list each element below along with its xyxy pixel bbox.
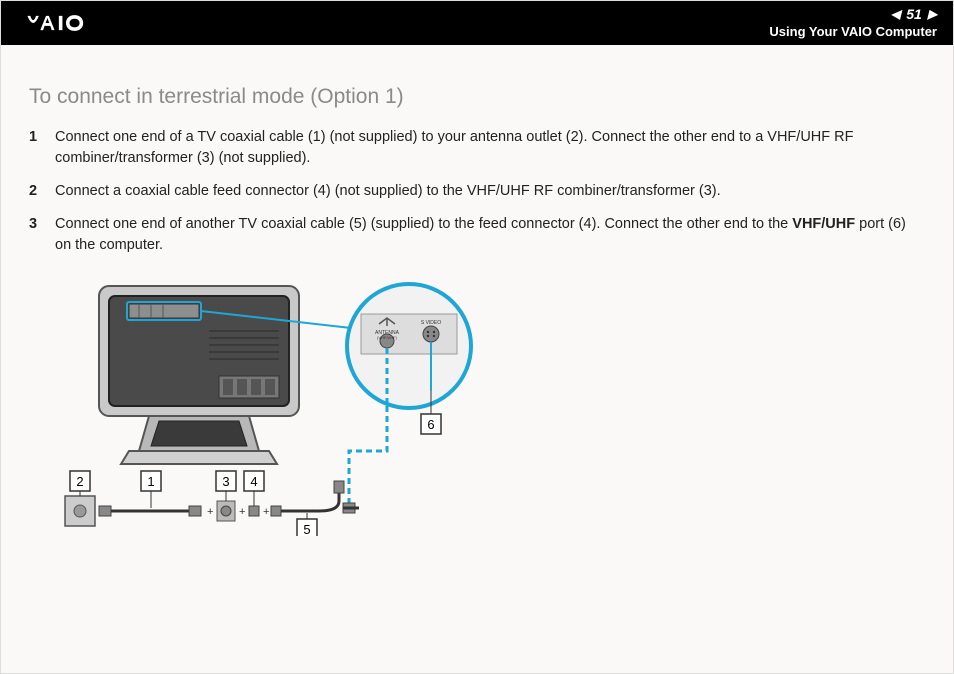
monitor-illustration — [99, 286, 299, 464]
zoom-detail-circle: ANTENNA (VHF/UHF) S VIDEO — [347, 284, 471, 408]
page-nav: ◀ 51 ▶ — [769, 5, 937, 23]
svg-text:2: 2 — [76, 474, 83, 489]
callout-3: 3 — [216, 471, 236, 501]
step-bold: VHF/UHF — [792, 216, 855, 232]
instruction-list: Connect one end of a TV coaxial cable (1… — [29, 127, 925, 256]
callout-2: 2 — [70, 471, 90, 496]
step-text: Connect one end of a TV coaxial cable (1… — [55, 129, 853, 166]
vaio-logo — [21, 13, 131, 33]
svg-text:+: + — [207, 506, 213, 518]
section-heading: To connect in terrestrial mode (Option 1… — [29, 85, 925, 109]
page-header: ◀ 51 ▶ Using Your VAIO Computer — [1, 1, 953, 45]
svg-text:1: 1 — [147, 474, 154, 489]
prev-page-arrow[interactable]: ◀ — [891, 7, 900, 23]
antenna-sublabel: (VHF/UHF) — [377, 335, 398, 340]
svideo-label: S VIDEO — [421, 320, 441, 326]
svg-text:5: 5 — [303, 522, 310, 536]
section-label: Using Your VAIO Computer — [769, 24, 937, 41]
svg-text:+: + — [239, 506, 245, 518]
page-number: 51 — [906, 5, 922, 23]
callout-1: 1 — [141, 471, 161, 508]
connection-diagram: ANTENNA (VHF/UHF) S VIDEO 6 — [59, 276, 519, 536]
step-3: Connect one end of another TV coaxial ca… — [29, 214, 925, 256]
step-text: Connect one end of another TV coaxial ca… — [55, 216, 792, 232]
header-right: ◀ 51 ▶ Using Your VAIO Computer — [769, 5, 937, 40]
next-page-arrow[interactable]: ▶ — [928, 7, 937, 23]
svg-text:6: 6 — [427, 417, 434, 432]
step-2: Connect a coaxial cable feed connector (… — [29, 181, 925, 202]
callout-4: 4 — [244, 471, 264, 506]
callout-5: 5 — [297, 513, 317, 536]
step-text: Connect a coaxial cable feed connector (… — [55, 183, 721, 199]
step-1: Connect one end of a TV coaxial cable (1… — [29, 127, 925, 169]
svg-text:3: 3 — [222, 474, 229, 489]
svg-text:4: 4 — [250, 474, 257, 489]
page-content: To connect in terrestrial mode (Option 1… — [1, 45, 953, 556]
svg-text:+: + — [263, 506, 269, 518]
